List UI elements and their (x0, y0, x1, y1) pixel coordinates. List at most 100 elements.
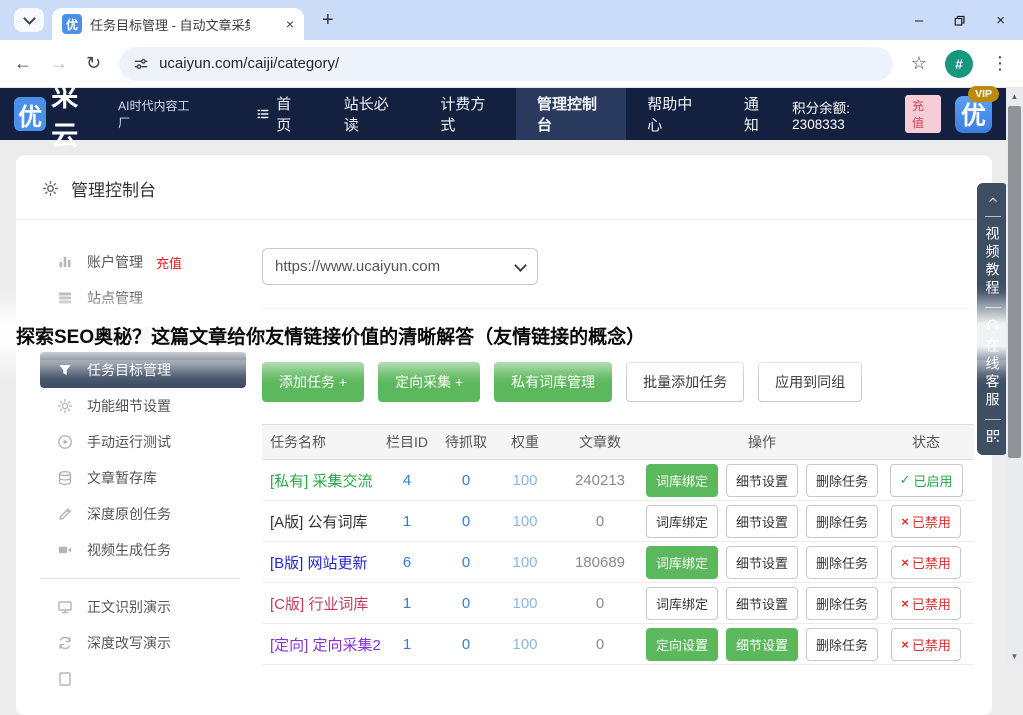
action-button[interactable]: 删除任务 (806, 587, 878, 620)
pencil-icon (56, 506, 74, 522)
batch-add-task-button[interactable]: 批量添加任务 (626, 362, 744, 402)
weight-value[interactable]: 100 (496, 554, 554, 571)
action-button[interactable]: 词库绑定 (646, 546, 718, 579)
action-button[interactable]: 细节设置 (726, 464, 798, 497)
sidebar-item-label: 深度原创任务 (87, 504, 171, 524)
window-close-button[interactable]: × (996, 12, 1005, 29)
site-settings-tune-icon[interactable] (133, 56, 149, 72)
apply-to-group-button[interactable]: 应用到同组 (758, 362, 862, 402)
sidebar-item-label: 文章暂存库 (87, 468, 157, 488)
status-badge[interactable]: 已禁用 (891, 587, 961, 620)
recharge-button[interactable]: 充值 (905, 95, 941, 133)
action-button[interactable]: 细节设置 (726, 587, 798, 620)
tab-search-button[interactable] (14, 8, 44, 32)
browser-tab-strip: 优 任务目标管理 - 自动文章采集器 × + – × (0, 0, 1023, 40)
sidebar-item-account[interactable]: 账户管理充值 (40, 244, 246, 280)
weight-value[interactable]: 100 (496, 636, 554, 653)
back-icon[interactable]: ← (14, 53, 32, 74)
action-button[interactable]: 词库绑定 (646, 464, 718, 497)
reload-icon[interactable]: ↻ (86, 53, 101, 74)
site-select[interactable]: https://www.ucaiyun.com (262, 248, 538, 285)
category-id[interactable]: 1 (378, 636, 436, 653)
browser-tab[interactable]: 优 任务目标管理 - 自动文章采集器 × (52, 8, 304, 40)
action-button[interactable]: 删除任务 (806, 505, 878, 538)
sidebar-item-feature-settings[interactable]: 功能细节设置 (40, 388, 246, 424)
scrollbar-thumb[interactable] (1008, 106, 1021, 458)
sidebar-item-deep-rewrite[interactable]: 深度改写演示 (40, 625, 246, 661)
sidebar-item-video-task[interactable]: 视频生成任务 (40, 532, 246, 568)
category-id[interactable]: 1 (378, 595, 436, 612)
nav-item-label: 帮助中心 (647, 93, 702, 135)
window-minimize-button[interactable]: – (915, 12, 923, 29)
sidebar-item-content-recognition[interactable]: 正文识别演示 (40, 589, 246, 625)
sidebar-item-deep-original[interactable]: 深度原创任务 (40, 496, 246, 532)
scrollbar-down-arrow-icon[interactable]: ▼ (1006, 652, 1023, 661)
window-restore-button[interactable] (953, 14, 966, 27)
tab-close-icon[interactable]: × (286, 16, 294, 32)
status-label: 已禁用 (912, 553, 951, 572)
nav-item-notice[interactable]: 通知 (723, 88, 792, 140)
divider (985, 216, 1001, 217)
sidebar-item-label: 账户管理 (87, 252, 143, 272)
directed-collect-button[interactable]: 定向采集 + (378, 362, 480, 402)
scroll-top-button[interactable] (986, 195, 1000, 205)
category-id[interactable]: 6 (378, 554, 436, 571)
article-count: 180689 (554, 554, 646, 571)
add-task-button[interactable]: 添加任务 + (262, 362, 364, 402)
status-label: 已禁用 (912, 594, 951, 613)
category-id[interactable]: 4 (378, 472, 436, 489)
sidebar-item-cutoff-item[interactable] (40, 661, 246, 697)
private-thesaurus-button[interactable]: 私有词库管理 (494, 362, 612, 402)
scrollbar-up-arrow-icon[interactable]: ▲ (1006, 92, 1023, 101)
category-id[interactable]: 1 (378, 513, 436, 530)
divider (985, 307, 1001, 308)
site-logo-text[interactable]: 采云 (51, 75, 108, 153)
server-icon (56, 290, 74, 306)
sidebar-item-label: 深度改写演示 (87, 633, 171, 653)
status-badge[interactable]: 已禁用 (891, 628, 961, 661)
status-badge[interactable]: 已禁用 (891, 546, 961, 579)
action-button[interactable]: 细节设置 (726, 628, 798, 661)
address-input[interactable]: ucaiyun.com/caiji/category/ (119, 47, 893, 81)
weight-value[interactable]: 100 (496, 472, 554, 489)
page-scrollbar[interactable]: ▲ ▼ (1006, 88, 1023, 665)
action-button[interactable]: 细节设置 (726, 505, 798, 538)
action-button[interactable]: 词库绑定 (646, 587, 718, 620)
action-button[interactable]: 词库绑定 (646, 505, 718, 538)
qrcode-button[interactable] (986, 429, 1000, 443)
nav-item-home[interactable]: 首页 (235, 88, 323, 140)
pending-count[interactable]: 0 (436, 554, 496, 571)
browser-profile-avatar[interactable]: # (945, 50, 973, 78)
action-button[interactable]: 删除任务 (806, 628, 878, 661)
nav-item-pricing[interactable]: 计费方式 (419, 88, 516, 140)
status-cross-icon (901, 596, 909, 611)
weight-value[interactable]: 100 (496, 595, 554, 612)
doc-icon (56, 671, 74, 687)
bookmark-star-icon[interactable]: ☆ (911, 53, 927, 74)
browser-menu-kebab-icon[interactable]: ⋮ (991, 53, 1009, 74)
weight-value[interactable]: 100 (496, 513, 554, 530)
video-tutorial-button[interactable]: 视频教程 (983, 226, 1003, 298)
sidebar-item-manual-test[interactable]: 手动运行测试 (40, 424, 246, 460)
sidebar-recharge-link[interactable]: 充值 (156, 253, 182, 272)
sidebar-item-article-buffer[interactable]: 文章暂存库 (40, 460, 246, 496)
site-logo-badge[interactable]: 优 (14, 97, 46, 131)
action-button[interactable]: 细节设置 (726, 546, 798, 579)
nav-item-help-center[interactable]: 帮助中心 (626, 88, 723, 140)
browser-url-bar: ← → ↻ ucaiyun.com/caiji/category/ ☆ # ⋮ (0, 40, 1023, 88)
pending-count[interactable]: 0 (436, 513, 496, 530)
action-button[interactable]: 删除任务 (806, 546, 878, 579)
forward-icon[interactable]: → (50, 53, 68, 74)
task-name: [C版] 行业词库 (262, 593, 378, 614)
table-row: [A版] 公有词库101000词库绑定细节设置删除任务已禁用 (262, 501, 974, 542)
action-button[interactable]: 删除任务 (806, 464, 878, 497)
pending-count[interactable]: 0 (436, 595, 496, 612)
action-button[interactable]: 定向设置 (646, 628, 718, 661)
nav-item-console[interactable]: 管理控制台 (516, 88, 626, 140)
status-badge[interactable]: 已启用 (890, 464, 963, 497)
pending-count[interactable]: 0 (436, 636, 496, 653)
pending-count[interactable]: 0 (436, 472, 496, 489)
status-badge[interactable]: 已禁用 (891, 505, 961, 538)
nav-item-webmaster-guide[interactable]: 站长必读 (323, 88, 420, 140)
new-tab-button[interactable]: + (322, 9, 334, 32)
